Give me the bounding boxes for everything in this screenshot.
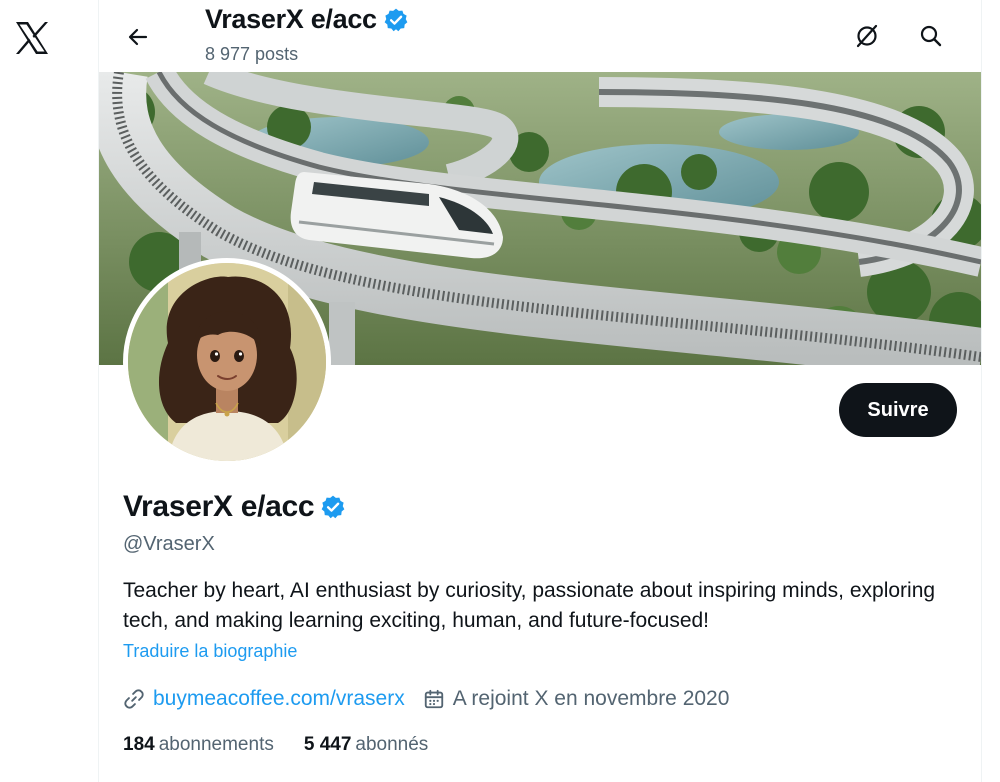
grok-button[interactable] [849, 18, 885, 54]
profile-meta: buymeacoffee.com/vraserx A rejoint X en … [123, 684, 747, 714]
profile-header-bar: VraserX e/acc 8 977 posts [99, 0, 983, 72]
search-icon [920, 25, 942, 47]
search-button[interactable] [913, 18, 949, 54]
avatar-image [128, 263, 326, 461]
follow-stats: 184 abonnements 5 447 abonnés [123, 734, 428, 756]
back-button[interactable] [121, 20, 155, 54]
profile-avatar[interactable] [123, 258, 331, 466]
display-name-text: VraserX e/acc [123, 490, 315, 523]
left-rail [0, 0, 98, 782]
grok-icon [856, 24, 878, 48]
followers-link[interactable]: 5 447 abonnés [304, 734, 428, 756]
calendar-icon [424, 689, 443, 709]
back-arrow-icon [128, 28, 148, 46]
profile-bio: Teacher by heart, AI enthusiast by curio… [123, 579, 936, 632]
x-logo-icon[interactable] [12, 18, 52, 58]
posts-count: 8 977 posts [205, 44, 299, 64]
header-display-name: VraserX e/acc [205, 4, 377, 34]
following-link[interactable]: 184 abonnements [123, 734, 274, 756]
profile-column: VraserX e/acc 8 977 posts Suivre VraserX… [98, 0, 982, 782]
verified-badge-icon[interactable] [320, 494, 346, 520]
joined-date: A rejoint X en novembre 2020 [452, 687, 730, 710]
website-link[interactable]: buymeacoffee.com/vraserx [153, 687, 405, 711]
profile-display-name: VraserX e/acc [123, 490, 346, 524]
followers-count: 5 447 [303, 734, 352, 755]
link-icon [124, 689, 144, 709]
joined-item: A rejoint X en novembre 2020 [423, 687, 730, 711]
follow-button[interactable]: Suivre [839, 383, 957, 437]
following-count: 184 [123, 734, 155, 755]
following-label: abonnements [158, 734, 274, 755]
verified-badge-icon [384, 8, 408, 31]
translate-bio-link[interactable]: Traduire la biographie [123, 641, 297, 662]
header-title: VraserX e/acc [205, 4, 409, 35]
profile-handle: @VraserX [123, 533, 215, 555]
followers-label: abonnés [355, 734, 429, 755]
website-item: buymeacoffee.com/vraserx [123, 687, 405, 711]
